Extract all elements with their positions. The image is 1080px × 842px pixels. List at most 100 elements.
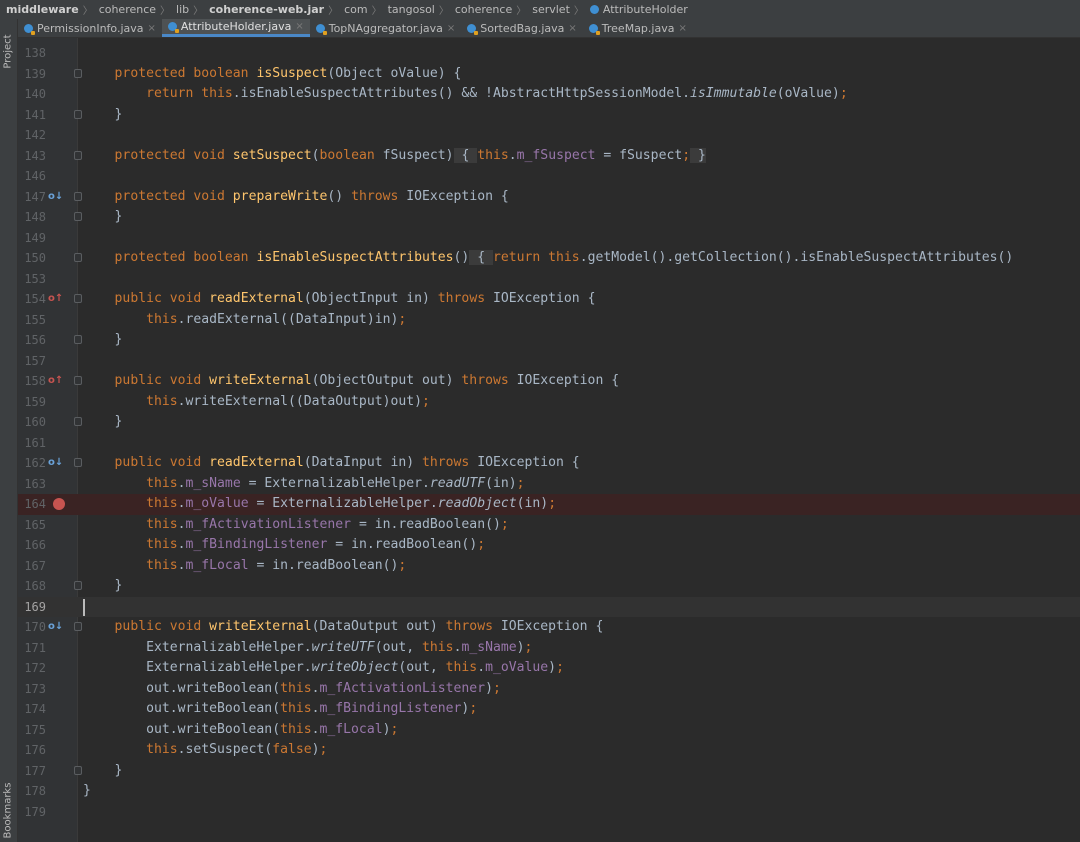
fold-marker-icon[interactable] (74, 253, 82, 262)
close-icon[interactable]: × (447, 23, 455, 34)
breadcrumb-item[interactable]: coherence (449, 3, 516, 16)
fold-marker-icon[interactable] (74, 68, 82, 78)
fold-marker-icon[interactable] (74, 417, 82, 426)
keyword-token: ; (422, 393, 430, 409)
close-icon[interactable]: × (568, 23, 576, 34)
code-token: = ExternalizableHelper. (248, 496, 438, 511)
line-number: 164 (24, 497, 46, 511)
editor-tab[interactable]: TreeMap.java × (583, 19, 693, 37)
fold-marker-icon[interactable] (74, 458, 82, 467)
line-number: 174 (24, 702, 46, 716)
code-line: 178} (18, 781, 1080, 802)
line-number: 148 (24, 210, 46, 224)
overrides-method-icon[interactable]: o↑ (48, 293, 64, 305)
implements-method-icon[interactable]: o↓ (48, 457, 64, 469)
static-call-token: readObject (437, 496, 517, 511)
line-number: 163 (24, 476, 46, 491)
editor-tab[interactable]: TopNAggregator.java × (310, 19, 462, 37)
code-line: 139 protected boolean isSuspect(Object o… (18, 64, 1080, 85)
breadcrumb-item[interactable]: coherence-web.jar (203, 3, 328, 16)
field-token: m_fBindingListener (319, 701, 462, 716)
editor-tab[interactable]: PermissionInfo.java × (18, 19, 162, 37)
project-tool-button[interactable]: Project (1, 23, 15, 79)
keyword-token: ; (398, 311, 407, 327)
static-call-token: writeObject (311, 660, 399, 675)
code-text: } (83, 576, 123, 597)
editor-tab[interactable]: AttributeHolder.java × (161, 19, 310, 37)
code-token: ) (485, 680, 493, 696)
tab-label: TreeMap.java (601, 21, 675, 35)
breadcrumb-item[interactable]: AttributeHolder (584, 3, 692, 16)
class-icon (589, 5, 599, 14)
code-token: ) (548, 660, 557, 675)
code-token: . (311, 680, 320, 696)
keyword-token: ; (516, 475, 525, 491)
code-token: IOException { (500, 619, 604, 634)
bookmarks-tool-button[interactable]: Bookmarks (1, 779, 15, 841)
fold-marker-icon[interactable] (74, 335, 82, 344)
line-number: 168 (24, 579, 46, 593)
code-token: .isEnableSuspectAttributes() && !Abstrac… (232, 86, 691, 101)
code-token: ( (311, 147, 320, 163)
close-icon[interactable]: × (678, 23, 686, 34)
code-token: . (177, 537, 186, 552)
line-number: 139 (24, 66, 46, 81)
code-text: this.m_fLocal = in.readBoolean(); (83, 556, 406, 577)
implements-method-icon[interactable]: o↓ (48, 621, 64, 633)
code-text: } (83, 105, 123, 126)
fold-marker-icon[interactable] (74, 294, 82, 303)
breadcrumb-label: servlet (532, 3, 570, 16)
code-text: this.m_fBindingListener = in.readBoolean… (83, 535, 485, 556)
fold-marker-icon[interactable] (74, 191, 82, 201)
implements-method-icon[interactable]: o↓ (48, 191, 64, 203)
editor-tab[interactable]: SortedBag.java × (461, 19, 583, 37)
breadcrumb-label: AttributeHolder (602, 3, 688, 16)
overrides-method-icon[interactable]: o↑ (48, 375, 64, 387)
code-line: 142 (18, 125, 1080, 146)
field-token: m_fSuspect (516, 147, 596, 163)
keyword-token: protected void (114, 188, 233, 204)
breakpoint-icon[interactable] (53, 498, 65, 510)
field-token: m_sName (185, 475, 241, 491)
breadcrumb-item[interactable]: servlet (526, 3, 574, 16)
keyword-token: throws (422, 455, 478, 470)
code-text: } (83, 412, 123, 433)
method-name-token: setSuspect (232, 147, 312, 163)
breadcrumb-item[interactable]: com (338, 3, 372, 16)
breadcrumb-item[interactable]: tangosol (382, 3, 439, 16)
code-token: IOException { (492, 291, 596, 306)
code-line: 160 } (18, 412, 1080, 433)
keyword-token: return this (146, 86, 233, 101)
keyword-token: public void (114, 291, 210, 306)
breadcrumb-separator-icon: 〉 (516, 6, 527, 17)
code-text: this.m_oValue = ExternalizableHelper.rea… (83, 494, 556, 515)
keyword-token: ; (492, 680, 501, 696)
breadcrumb-item[interactable]: lib (170, 3, 193, 16)
close-icon[interactable]: × (148, 23, 156, 34)
fold-marker-icon[interactable] (74, 622, 82, 631)
fold-marker-icon[interactable] (74, 150, 82, 160)
keyword-token: this (146, 537, 178, 552)
fold-marker-icon[interactable] (74, 765, 82, 775)
close-icon[interactable]: × (295, 21, 303, 32)
code-editor[interactable]: 138 139 protected boolean isSuspect(Objec… (18, 38, 1080, 842)
fold-marker-icon[interactable] (74, 109, 82, 119)
code-token: = in.readBoolean() (327, 537, 478, 552)
fold-marker-icon[interactable] (74, 212, 82, 221)
fold-marker-icon[interactable] (74, 581, 82, 590)
breadcrumb-item[interactable]: coherence (93, 3, 160, 16)
keyword-token: public void (114, 455, 210, 470)
keyword-token: throws (437, 291, 493, 306)
code-line: 179 (18, 802, 1080, 823)
keyword-token: protected void (114, 147, 233, 163)
code-token: . (177, 475, 186, 491)
fold-marker-icon[interactable] (74, 376, 82, 385)
keyword-token: this (445, 660, 478, 675)
field-token: m_fActivationListener (185, 516, 352, 532)
breadcrumb-item[interactable]: middleware (0, 3, 83, 16)
code-text: public void readExternal(DataInput in) t… (83, 453, 580, 474)
